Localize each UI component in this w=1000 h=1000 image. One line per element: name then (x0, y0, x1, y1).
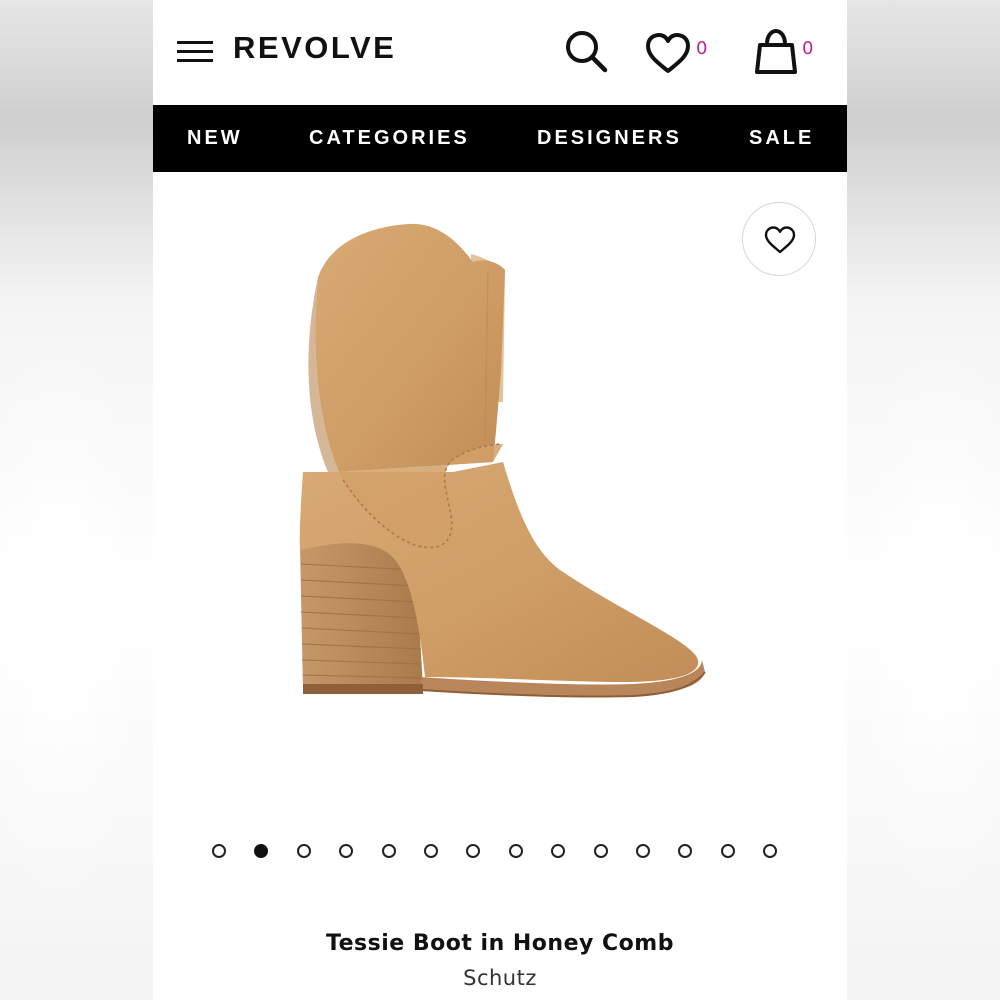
wishlist-count: 0 (696, 38, 708, 59)
image-pagination (153, 842, 847, 862)
nav-item-new[interactable]: NEW (187, 127, 243, 150)
pagination-dot[interactable] (678, 844, 693, 858)
product-brand[interactable]: Schutz (153, 966, 847, 990)
pagination-dot[interactable] (339, 844, 354, 858)
nav-item-sale[interactable]: SALE (749, 127, 814, 150)
main-nav: NEW CATEGORIES DESIGNERS SALE (153, 105, 847, 172)
pagination-dot[interactable] (466, 844, 481, 858)
logo[interactable]: REVOLVE (233, 30, 396, 66)
heart-outline-icon (764, 226, 796, 254)
pagination-dot[interactable] (424, 844, 438, 858)
app-screen: REVOLVE 0 0 NEW CATEGORIES DESIGNERS SAL… (153, 0, 847, 1000)
pagination-dot[interactable] (508, 844, 523, 858)
add-to-wishlist-button[interactable] (742, 202, 816, 276)
product-image[interactable] (153, 172, 847, 812)
nav-item-designers[interactable]: DESIGNERS (537, 127, 682, 150)
pagination-dot[interactable] (254, 844, 269, 858)
pagination-dot[interactable] (212, 844, 226, 858)
pagination-dot[interactable] (763, 844, 778, 858)
pagination-dot[interactable] (593, 844, 608, 858)
search-icon[interactable] (563, 28, 609, 74)
product-title[interactable]: Tessie Boot in Honey Comb (153, 931, 847, 956)
pagination-dot[interactable] (720, 844, 735, 858)
pagination-dot[interactable] (381, 844, 396, 858)
menu-icon[interactable] (177, 41, 213, 63)
header: REVOLVE 0 0 (153, 0, 847, 105)
pagination-dot[interactable] (296, 844, 311, 858)
pagination-dot[interactable] (551, 844, 566, 858)
heart-icon[interactable] (644, 31, 692, 75)
bag-icon[interactable] (753, 28, 799, 76)
nav-item-categories[interactable]: CATEGORIES (309, 127, 470, 150)
bag-count: 0 (802, 38, 814, 59)
pagination-dot[interactable] (636, 844, 650, 858)
